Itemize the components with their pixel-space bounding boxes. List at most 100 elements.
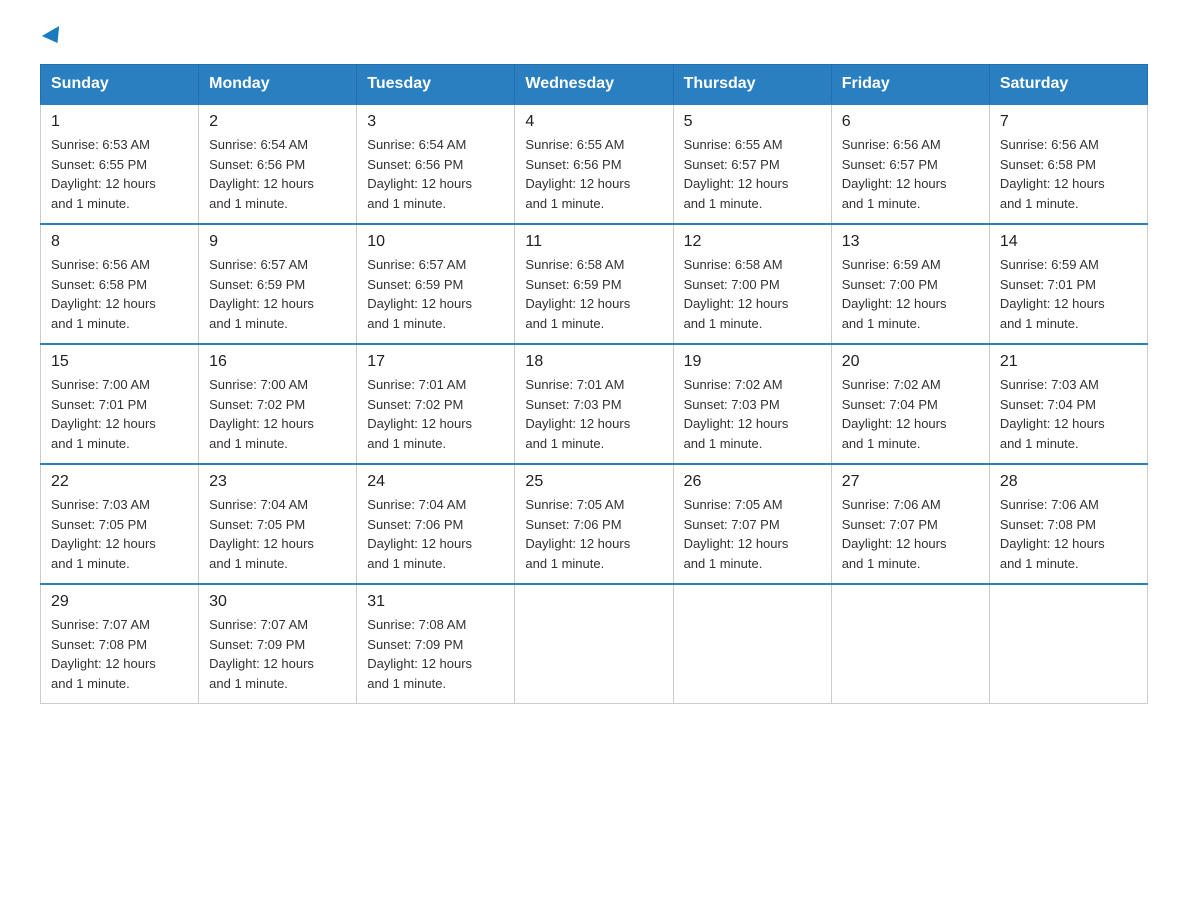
- weekday-header-saturday: Saturday: [989, 65, 1147, 105]
- weekday-header-tuesday: Tuesday: [357, 65, 515, 105]
- calendar-week-row: 22 Sunrise: 7:03 AMSunset: 7:05 PMDayligh…: [41, 464, 1148, 584]
- calendar-cell: 3Sunrise: 6:54 AMSunset: 6:56 PMDaylight…: [357, 104, 515, 224]
- day-number: 25: [525, 473, 662, 491]
- day-info: Sunrise: 7:05 AMSunset: 7:06 PMDaylight:…: [525, 495, 662, 573]
- calendar-cell: 9 Sunrise: 6:57 AMSunset: 6:59 PMDaylight…: [199, 224, 357, 344]
- day-info: Sunrise: 7:06 AMSunset: 7:08 PMDaylight:…: [1000, 495, 1137, 573]
- day-info: Sunrise: 6:57 AMSunset: 6:59 PMDaylight:…: [209, 255, 346, 333]
- day-info: Sunrise: 7:07 AMSunset: 7:09 PMDaylight:…: [209, 615, 346, 693]
- calendar-cell: 29 Sunrise: 7:07 AMSunset: 7:08 PMDayligh…: [41, 584, 199, 704]
- day-number: 20: [842, 353, 979, 371]
- day-info: Sunrise: 6:56 AMSunset: 6:58 PMDaylight:…: [1000, 135, 1137, 213]
- day-info: Sunrise: 6:56 AMSunset: 6:58 PMDaylight:…: [51, 255, 188, 333]
- calendar-cell: [989, 584, 1147, 704]
- calendar-cell: [515, 584, 673, 704]
- calendar-cell: 28Sunrise: 7:06 AMSunset: 7:08 PMDayligh…: [989, 464, 1147, 584]
- weekday-header-monday: Monday: [199, 65, 357, 105]
- calendar-cell: 13 Sunrise: 6:59 AMSunset: 7:00 PMDayligh…: [831, 224, 989, 344]
- calendar-week-row: 1 Sunrise: 6:53 AMSunset: 6:55 PMDaylight…: [41, 104, 1148, 224]
- calendar-cell: 14 Sunrise: 6:59 AMSunset: 7:01 PMDayligh…: [989, 224, 1147, 344]
- day-info: Sunrise: 7:03 AMSunset: 7:04 PMDaylight:…: [1000, 375, 1137, 453]
- day-number: 7: [1000, 113, 1137, 131]
- day-number: 8: [51, 233, 188, 251]
- calendar-cell: 20 Sunrise: 7:02 AMSunset: 7:04 PMDayligh…: [831, 344, 989, 464]
- day-info: Sunrise: 6:55 AMSunset: 6:56 PMDaylight:…: [525, 135, 662, 213]
- day-number: 2: [209, 113, 346, 131]
- day-info: Sunrise: 6:57 AMSunset: 6:59 PMDaylight:…: [367, 255, 504, 333]
- calendar-cell: 7 Sunrise: 6:56 AMSunset: 6:58 PMDaylight…: [989, 104, 1147, 224]
- day-info: Sunrise: 6:55 AMSunset: 6:57 PMDaylight:…: [684, 135, 821, 213]
- calendar-cell: 21 Sunrise: 7:03 AMSunset: 7:04 PMDayligh…: [989, 344, 1147, 464]
- calendar-body: 1 Sunrise: 6:53 AMSunset: 6:55 PMDaylight…: [41, 104, 1148, 704]
- day-info: Sunrise: 7:00 AMSunset: 7:01 PMDaylight:…: [51, 375, 188, 453]
- day-number: 13: [842, 233, 979, 251]
- calendar-cell: 24 Sunrise: 7:04 AMSunset: 7:06 PMDayligh…: [357, 464, 515, 584]
- day-info: Sunrise: 7:03 AMSunset: 7:05 PMDaylight:…: [51, 495, 188, 573]
- calendar-week-row: 8 Sunrise: 6:56 AMSunset: 6:58 PMDaylight…: [41, 224, 1148, 344]
- day-info: Sunrise: 6:54 AMSunset: 6:56 PMDaylight:…: [209, 135, 346, 213]
- day-number: 5: [684, 113, 821, 131]
- day-number: 17: [367, 353, 504, 371]
- day-number: 26: [684, 473, 821, 491]
- day-number: 27: [842, 473, 979, 491]
- calendar-cell: 4 Sunrise: 6:55 AMSunset: 6:56 PMDaylight…: [515, 104, 673, 224]
- day-info: Sunrise: 7:04 AMSunset: 7:06 PMDaylight:…: [367, 495, 504, 573]
- calendar-cell: 23Sunrise: 7:04 AMSunset: 7:05 PMDayligh…: [199, 464, 357, 584]
- day-number: 9: [209, 233, 346, 251]
- day-info: Sunrise: 7:05 AMSunset: 7:07 PMDaylight:…: [684, 495, 821, 573]
- day-number: 14: [1000, 233, 1137, 251]
- day-number: 15: [51, 353, 188, 371]
- calendar-cell: 17Sunrise: 7:01 AMSunset: 7:02 PMDayligh…: [357, 344, 515, 464]
- weekday-header-wednesday: Wednesday: [515, 65, 673, 105]
- logo: [40, 30, 64, 44]
- weekday-header-row: SundayMondayTuesdayWednesdayThursdayFrid…: [41, 65, 1148, 105]
- calendar-cell: 16Sunrise: 7:00 AMSunset: 7:02 PMDayligh…: [199, 344, 357, 464]
- calendar-cell: 18Sunrise: 7:01 AMSunset: 7:03 PMDayligh…: [515, 344, 673, 464]
- day-number: 4: [525, 113, 662, 131]
- calendar-cell: 19 Sunrise: 7:02 AMSunset: 7:03 PMDayligh…: [673, 344, 831, 464]
- day-number: 6: [842, 113, 979, 131]
- logo-triangle-icon: [42, 26, 66, 48]
- day-info: Sunrise: 6:59 AMSunset: 7:00 PMDaylight:…: [842, 255, 979, 333]
- day-info: Sunrise: 7:02 AMSunset: 7:04 PMDaylight:…: [842, 375, 979, 453]
- day-info: Sunrise: 7:07 AMSunset: 7:08 PMDaylight:…: [51, 615, 188, 693]
- calendar-cell: 26 Sunrise: 7:05 AMSunset: 7:07 PMDayligh…: [673, 464, 831, 584]
- day-number: 22: [51, 473, 188, 491]
- day-number: 21: [1000, 353, 1137, 371]
- day-number: 10: [367, 233, 504, 251]
- calendar-cell: 22 Sunrise: 7:03 AMSunset: 7:05 PMDayligh…: [41, 464, 199, 584]
- day-info: Sunrise: 6:58 AMSunset: 7:00 PMDaylight:…: [684, 255, 821, 333]
- day-info: Sunrise: 6:58 AMSunset: 6:59 PMDaylight:…: [525, 255, 662, 333]
- day-number: 24: [367, 473, 504, 491]
- day-info: Sunrise: 6:59 AMSunset: 7:01 PMDaylight:…: [1000, 255, 1137, 333]
- weekday-header-sunday: Sunday: [41, 65, 199, 105]
- calendar-cell: 1 Sunrise: 6:53 AMSunset: 6:55 PMDaylight…: [41, 104, 199, 224]
- calendar-cell: 31 Sunrise: 7:08 AMSunset: 7:09 PMDayligh…: [357, 584, 515, 704]
- day-info: Sunrise: 7:06 AMSunset: 7:07 PMDaylight:…: [842, 495, 979, 573]
- calendar-cell: 11 Sunrise: 6:58 AMSunset: 6:59 PMDayligh…: [515, 224, 673, 344]
- logo-general-line: [40, 30, 64, 44]
- day-number: 1: [51, 113, 188, 131]
- day-info: Sunrise: 6:53 AMSunset: 6:55 PMDaylight:…: [51, 135, 188, 213]
- calendar-cell: 15 Sunrise: 7:00 AMSunset: 7:01 PMDayligh…: [41, 344, 199, 464]
- day-number: 31: [367, 593, 504, 611]
- calendar-cell: 8 Sunrise: 6:56 AMSunset: 6:58 PMDaylight…: [41, 224, 199, 344]
- day-number: 12: [684, 233, 821, 251]
- calendar-week-row: 29 Sunrise: 7:07 AMSunset: 7:08 PMDayligh…: [41, 584, 1148, 704]
- day-number: 29: [51, 593, 188, 611]
- day-number: 16: [209, 353, 346, 371]
- day-info: Sunrise: 7:04 AMSunset: 7:05 PMDaylight:…: [209, 495, 346, 573]
- day-number: 11: [525, 233, 662, 251]
- calendar-cell: 2 Sunrise: 6:54 AMSunset: 6:56 PMDaylight…: [199, 104, 357, 224]
- calendar-cell: 10 Sunrise: 6:57 AMSunset: 6:59 PMDayligh…: [357, 224, 515, 344]
- calendar-cell: 6 Sunrise: 6:56 AMSunset: 6:57 PMDaylight…: [831, 104, 989, 224]
- calendar-cell: 25 Sunrise: 7:05 AMSunset: 7:06 PMDayligh…: [515, 464, 673, 584]
- day-info: Sunrise: 6:54 AMSunset: 6:56 PMDaylight:…: [367, 135, 504, 213]
- page-header: [40, 30, 1148, 44]
- day-info: Sunrise: 6:56 AMSunset: 6:57 PMDaylight:…: [842, 135, 979, 213]
- day-number: 18: [525, 353, 662, 371]
- day-info: Sunrise: 7:02 AMSunset: 7:03 PMDaylight:…: [684, 375, 821, 453]
- calendar-cell: 30Sunrise: 7:07 AMSunset: 7:09 PMDayligh…: [199, 584, 357, 704]
- day-number: 19: [684, 353, 821, 371]
- day-info: Sunrise: 7:08 AMSunset: 7:09 PMDaylight:…: [367, 615, 504, 693]
